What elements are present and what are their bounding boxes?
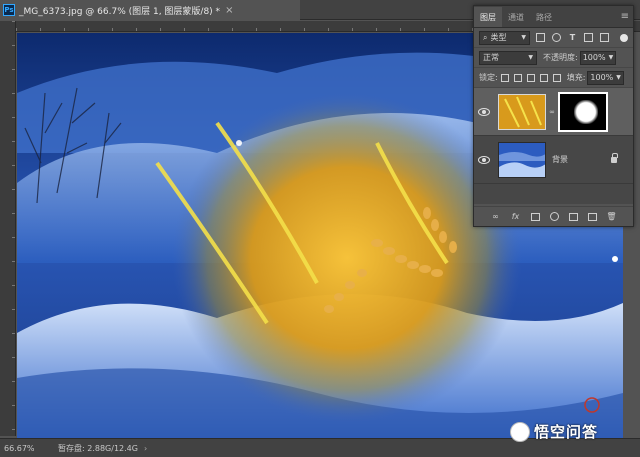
layer-row-layer-1[interactable]: ∞ bbox=[474, 88, 633, 136]
layer-filter-value: 类型 bbox=[490, 33, 507, 42]
chevron-down-icon: ▼ bbox=[616, 74, 621, 81]
wheat-thumbnail bbox=[499, 94, 545, 129]
chevron-down-icon: ▼ bbox=[608, 54, 614, 61]
watermark-logo-icon bbox=[510, 421, 530, 442]
watermark-text: 悟空问答 bbox=[534, 423, 599, 441]
close-icon[interactable]: × bbox=[225, 5, 233, 16]
fill-value: 100% bbox=[590, 73, 614, 82]
layer-row-background[interactable]: 背景 bbox=[474, 136, 633, 184]
type-filter-icon[interactable]: T bbox=[568, 33, 577, 42]
layer-style-fx-icon[interactable]: fx bbox=[511, 212, 521, 222]
link-icon[interactable]: ∞ bbox=[548, 108, 556, 116]
scratch-disk-info: 暂存盘: 2.88G/12.4G bbox=[58, 443, 138, 453]
layers-panel: 图层 通道 路径 ≡ ⌕ 类型 ▼ T 正常 ▼ 不透明度: 100% ▼ 锁定… bbox=[473, 5, 634, 227]
tab-channels[interactable]: 通道 bbox=[502, 7, 530, 27]
opacity-value: 100% bbox=[582, 53, 606, 62]
blend-mode-value: 正常 bbox=[483, 53, 499, 62]
filter-toggle-icon[interactable] bbox=[620, 33, 628, 42]
layer-thumbnail[interactable] bbox=[498, 93, 546, 130]
trash-icon[interactable]: 🗑 bbox=[606, 212, 616, 222]
photoshop-app-icon: Ps bbox=[3, 4, 15, 16]
layer-name: 背景 bbox=[552, 155, 568, 164]
filter-icons: T bbox=[536, 33, 628, 42]
lock-label: 锁定: bbox=[479, 73, 498, 82]
adjustment-layer-icon[interactable] bbox=[549, 212, 559, 221]
eye-icon[interactable] bbox=[478, 107, 490, 116]
lock-icons bbox=[500, 73, 561, 82]
tab-paths[interactable]: 路径 bbox=[530, 7, 558, 27]
chevron-down-icon: ▼ bbox=[528, 54, 533, 61]
link-layers-icon[interactable]: ∞ bbox=[491, 212, 501, 222]
document-tab[interactable]: Ps _MG_6373.jpg @ 66.7% (图层 1, 图层蒙版/8) *… bbox=[0, 0, 300, 20]
vertical-ruler[interactable] bbox=[0, 21, 16, 436]
add-mask-icon[interactable] bbox=[530, 212, 540, 221]
blend-row: 正常 ▼ 不透明度: 100% ▼ bbox=[474, 48, 633, 68]
lock-all-icon[interactable] bbox=[552, 73, 561, 82]
document-title: _MG_6373.jpg @ 66.7% (图层 1, 图层蒙版/8) * bbox=[19, 6, 221, 17]
panel-menu-icon[interactable]: ≡ bbox=[621, 11, 629, 22]
opacity-field[interactable]: 100% ▼ bbox=[579, 50, 617, 65]
eye-icon[interactable] bbox=[478, 155, 490, 164]
fill-field[interactable]: 100% ▼ bbox=[587, 70, 624, 85]
fill-label: 填充: bbox=[566, 73, 586, 82]
lock-icon bbox=[611, 152, 618, 163]
opacity-label: 不透明度: bbox=[543, 53, 578, 62]
lock-row: 锁定: 填充: 100% ▼ bbox=[474, 68, 633, 88]
shape-filter-icon[interactable] bbox=[584, 33, 593, 42]
lock-transparent-icon[interactable] bbox=[500, 73, 509, 82]
new-group-folder-icon[interactable] bbox=[568, 212, 578, 221]
layer-filter-select[interactable]: ⌕ 类型 ▼ bbox=[479, 30, 530, 45]
search-icon: ⌕ bbox=[483, 32, 488, 42]
layer-list: ∞ 背景 bbox=[474, 88, 633, 204]
blend-mode-select[interactable]: 正常 ▼ bbox=[479, 50, 537, 65]
tab-layers[interactable]: 图层 bbox=[474, 7, 502, 27]
pixel-filter-icon[interactable] bbox=[536, 33, 545, 42]
lock-artboard-icon[interactable] bbox=[539, 73, 548, 82]
panel-tabs: 图层 通道 路径 ≡ bbox=[474, 6, 633, 28]
chevron-right-icon[interactable]: › bbox=[144, 444, 147, 453]
lock-position-icon[interactable] bbox=[526, 73, 535, 82]
zoom-level[interactable]: 66.67% bbox=[0, 444, 50, 453]
watermark: 悟空问答 bbox=[510, 421, 598, 442]
adjustment-filter-icon[interactable] bbox=[552, 33, 561, 42]
layer-thumbnail[interactable] bbox=[498, 141, 546, 178]
snow-thumbnail bbox=[499, 142, 545, 177]
filter-row: ⌕ 类型 ▼ T bbox=[474, 28, 633, 48]
layer-mask-thumbnail[interactable] bbox=[558, 91, 608, 132]
smart-object-filter-icon[interactable] bbox=[600, 33, 609, 42]
chevron-down-icon: ▼ bbox=[521, 34, 526, 41]
lock-image-icon[interactable] bbox=[513, 73, 522, 82]
panel-footer: ∞ fx 🗑 bbox=[474, 206, 633, 226]
new-layer-icon[interactable] bbox=[587, 212, 597, 221]
